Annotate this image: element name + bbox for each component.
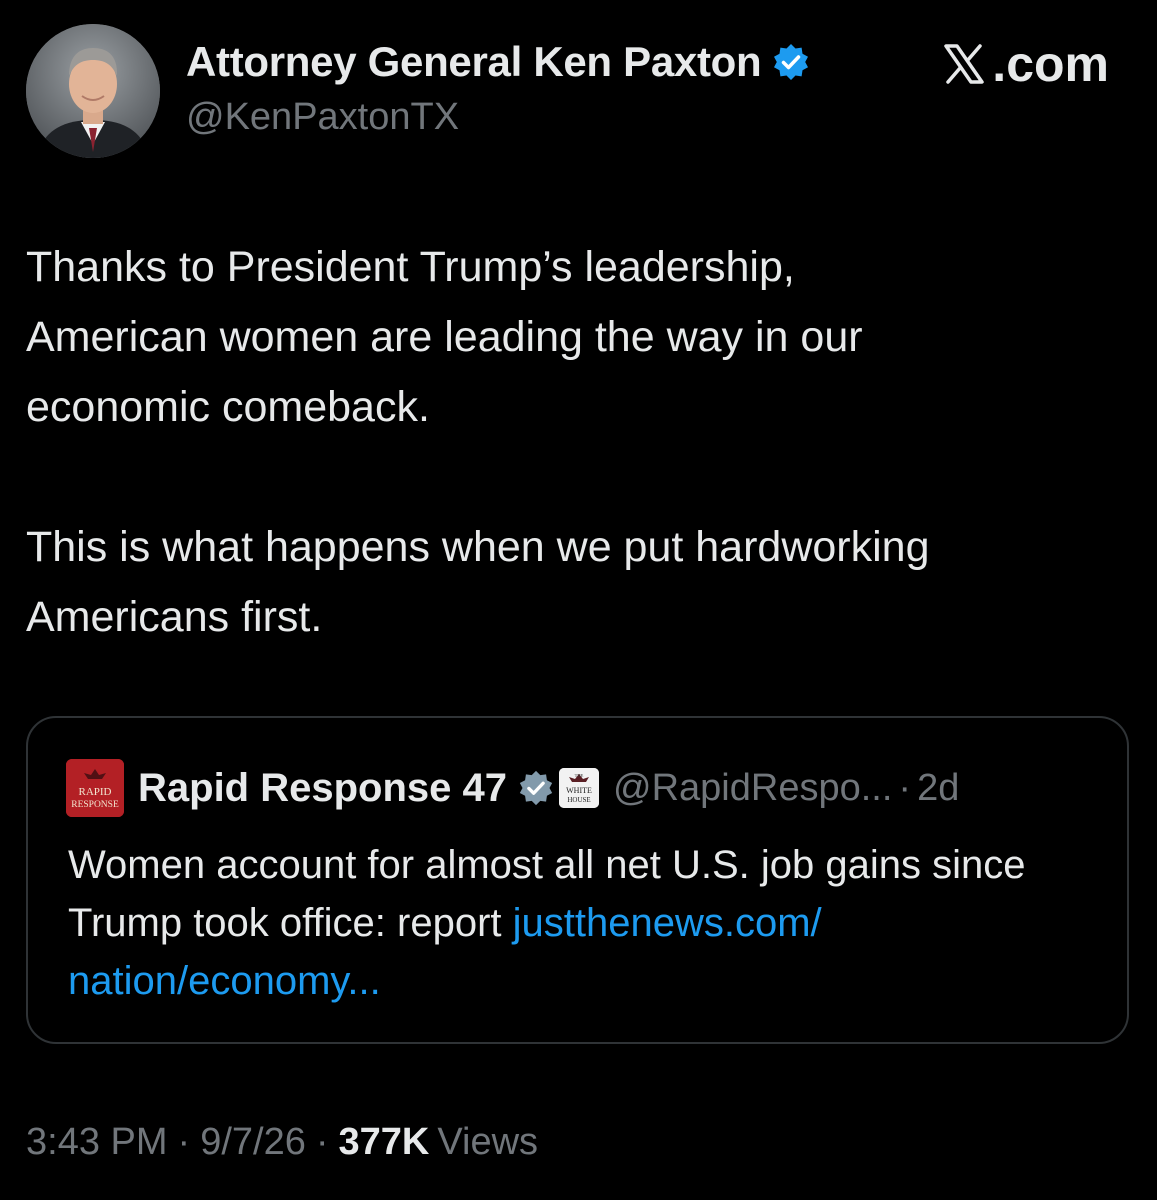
quote-display-name[interactable]: Rapid Response 47 <box>138 766 507 811</box>
affiliate-badge-line-2: WHITE <box>566 786 592 795</box>
author-handle[interactable]: @KenPaxtonTX <box>186 96 459 139</box>
quote-handle[interactable]: @RapidRespo... <box>613 767 892 810</box>
quote-timestamp[interactable]: 2d <box>917 767 959 810</box>
author-name-row[interactable]: Attorney General Ken Paxton <box>186 36 811 88</box>
views-count[interactable]: 377K <box>339 1121 430 1164</box>
brand-text: .com <box>992 36 1109 92</box>
quote-avatar-line-1: RAPID <box>78 786 111 798</box>
quote-separator: · <box>898 766 912 809</box>
quote-avatar[interactable]: RAPID RESPONSE <box>66 759 124 817</box>
tweet-paragraph-2: This is what happens when we put hardwor… <box>26 523 930 641</box>
affiliate-badge-line-1: THE <box>575 773 584 778</box>
tweet-time[interactable]: 3:43 PM <box>26 1121 168 1164</box>
brand-watermark: .com <box>940 34 1109 94</box>
meta-separator: · <box>177 1120 191 1163</box>
author-avatar[interactable] <box>26 24 160 158</box>
tweet-date[interactable]: 9/7/26 <box>200 1121 306 1164</box>
verified-badge-icon <box>774 44 809 80</box>
quoted-tweet-header: RAPID RESPONSE Rapid Response 47 THE WHI… <box>66 756 959 820</box>
x-logo-icon <box>944 44 985 84</box>
author-display-name[interactable]: Attorney General Ken Paxton <box>186 38 762 86</box>
rapid-response-logo-icon: RAPID RESPONSE <box>66 759 124 817</box>
quoted-tweet-card[interactable]: RAPID RESPONSE Rapid Response 47 THE WHI… <box>26 716 1129 1044</box>
tweet-text: Thanks to President Trump’s leadership, … <box>26 232 1131 652</box>
views-label[interactable]: Views <box>437 1121 538 1164</box>
white-house-affiliate-icon[interactable]: THE WHITE HOUSE <box>559 768 600 808</box>
meta-separator: · <box>315 1120 329 1163</box>
quote-avatar-line-2: RESPONSE <box>71 800 119 810</box>
quote-text: Women account for almost all net U.S. jo… <box>68 836 1108 1010</box>
tweet-paragraph-1: Thanks to President Trump’s leadership, … <box>26 243 863 431</box>
affiliate-badge-line-3: HOUSE <box>567 796 590 804</box>
tweet-meta: 3:43 PM · 9/7/26 · 377K Views <box>26 1116 538 1168</box>
verified-gray-badge-icon <box>519 770 553 806</box>
